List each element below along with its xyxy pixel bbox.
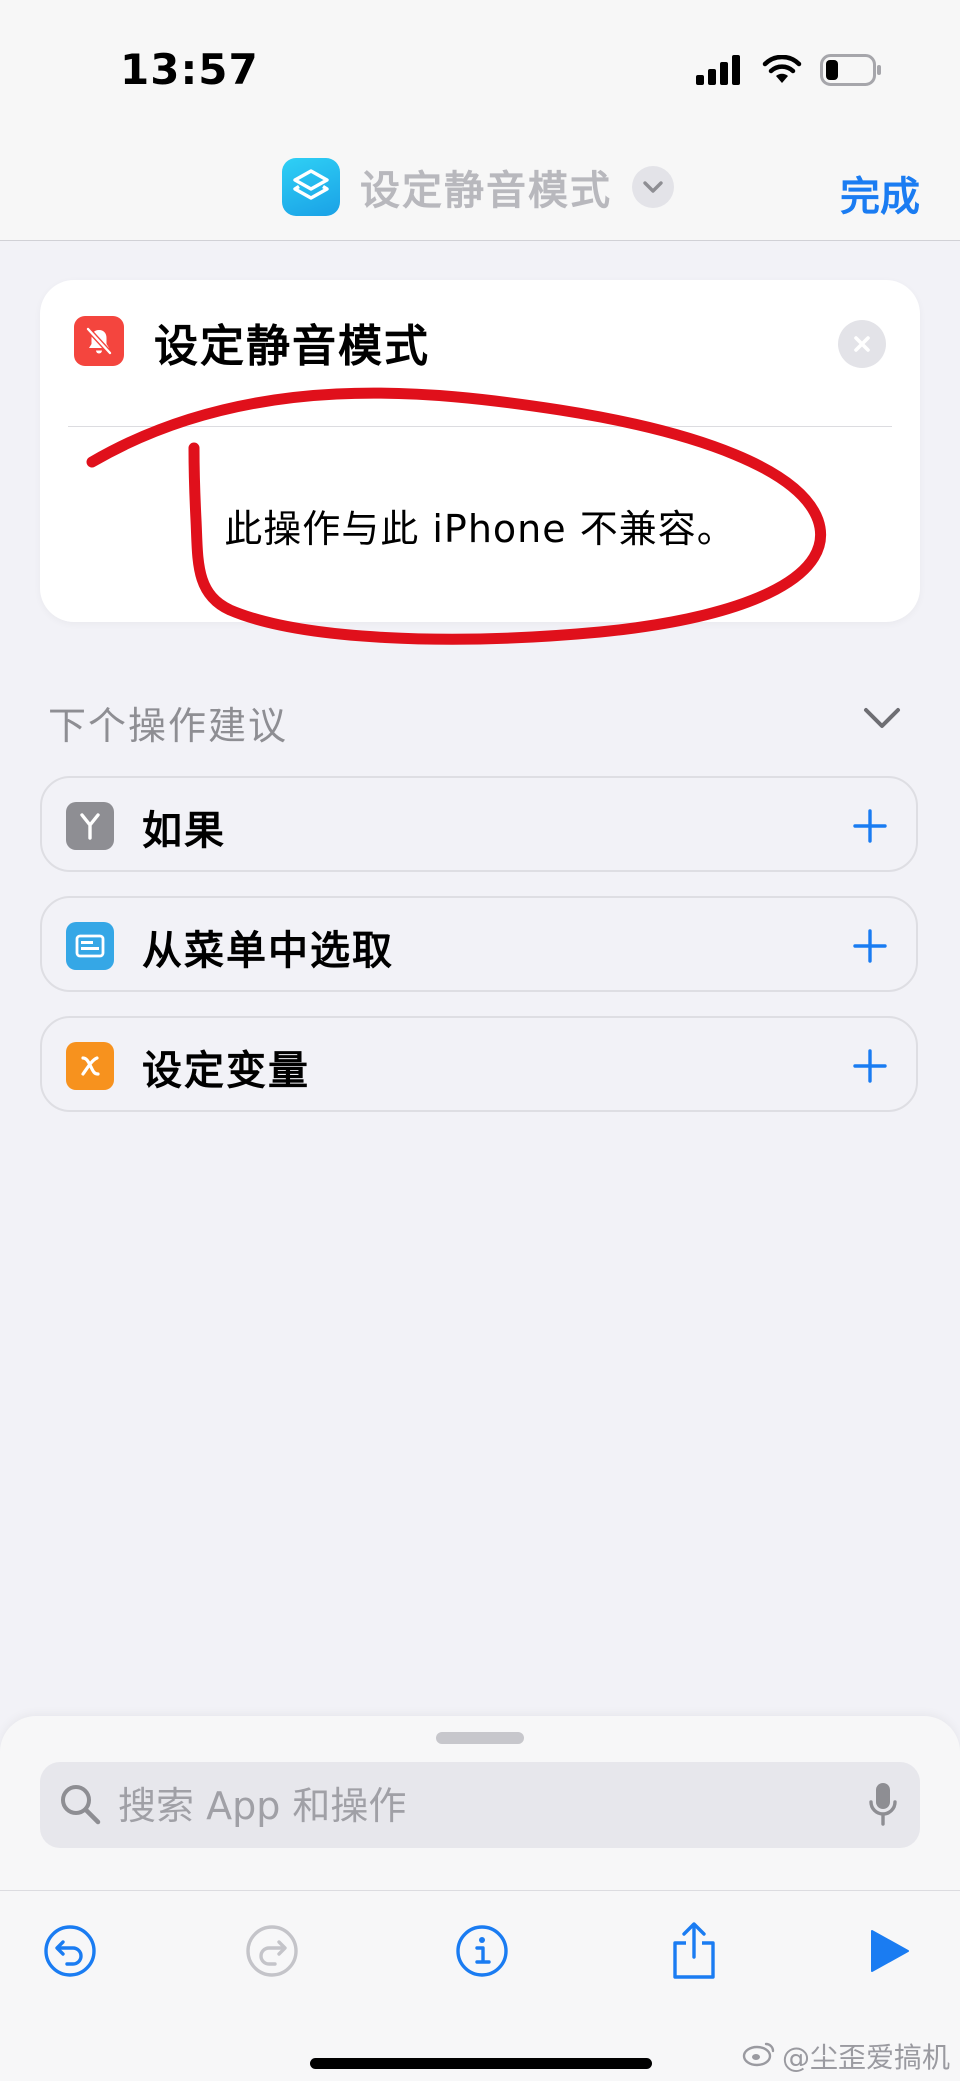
card-divider bbox=[68, 426, 892, 427]
search-icon bbox=[58, 1782, 102, 1830]
search-input[interactable] bbox=[116, 1772, 820, 1840]
watermark-text: @尘歪爱搞机 bbox=[781, 2041, 950, 2074]
search-field[interactable] bbox=[40, 1762, 920, 1848]
suggestion-label: 如果 bbox=[142, 808, 226, 854]
bell-slash-icon bbox=[74, 316, 124, 366]
branch-icon bbox=[66, 802, 114, 850]
shortcuts-app-icon bbox=[282, 158, 340, 216]
status-bar: 13:57 bbox=[0, 0, 960, 140]
suggestion-choose-from-menu[interactable]: 从菜单中选取 bbox=[40, 896, 918, 992]
suggestion-label: 从菜单中选取 bbox=[142, 928, 394, 974]
suggestion-set-variable[interactable]: 设定变量 bbox=[40, 1016, 918, 1112]
microphone-icon[interactable] bbox=[868, 1780, 898, 1834]
info-icon[interactable] bbox=[452, 1921, 512, 1981]
nav-title-menu[interactable]: 设定静音模式 bbox=[282, 158, 674, 216]
suggestions-header: 下个操作建议 bbox=[48, 704, 289, 748]
nav-bar: 设定静音模式 完成 bbox=[0, 140, 960, 241]
action-title: 设定静音模式 bbox=[154, 321, 430, 372]
plus-icon[interactable] bbox=[846, 922, 894, 970]
battery-icon bbox=[820, 54, 882, 90]
sheet-grabber[interactable] bbox=[436, 1732, 524, 1744]
status-icons bbox=[696, 54, 882, 90]
undo-icon[interactable] bbox=[40, 1921, 100, 1981]
nav-title: 设定静音模式 bbox=[360, 168, 612, 214]
plus-icon[interactable] bbox=[846, 1042, 894, 1090]
cellular-signal-icon bbox=[696, 55, 744, 89]
weibo-logo-icon bbox=[742, 2039, 776, 2074]
chevron-down-icon[interactable] bbox=[862, 706, 902, 734]
redo-icon[interactable] bbox=[242, 1921, 302, 1981]
menu-card-icon bbox=[66, 922, 114, 970]
variable-x-icon bbox=[66, 1042, 114, 1090]
chevron-down-icon[interactable] bbox=[632, 166, 674, 208]
done-button[interactable]: 完成 bbox=[840, 164, 920, 222]
suggestion-label: 设定变量 bbox=[142, 1048, 310, 1094]
play-icon[interactable] bbox=[858, 1921, 918, 1981]
status-time: 13:57 bbox=[120, 45, 259, 94]
action-card: 设定静音模式 此操作与此 iPhone 不兼容。 bbox=[40, 280, 920, 622]
suggestion-if[interactable]: 如果 bbox=[40, 776, 918, 872]
close-icon[interactable] bbox=[838, 320, 886, 368]
watermark: @尘歪爱搞机 bbox=[742, 2036, 950, 2076]
wifi-icon bbox=[762, 54, 802, 89]
incompatibility-message: 此操作与此 iPhone 不兼容。 bbox=[224, 507, 736, 551]
share-icon[interactable] bbox=[664, 1921, 724, 1981]
plus-icon[interactable] bbox=[846, 802, 894, 850]
action-search-sheet bbox=[0, 1716, 960, 2081]
bottom-toolbar bbox=[0, 1891, 960, 2011]
home-indicator bbox=[310, 2058, 652, 2069]
